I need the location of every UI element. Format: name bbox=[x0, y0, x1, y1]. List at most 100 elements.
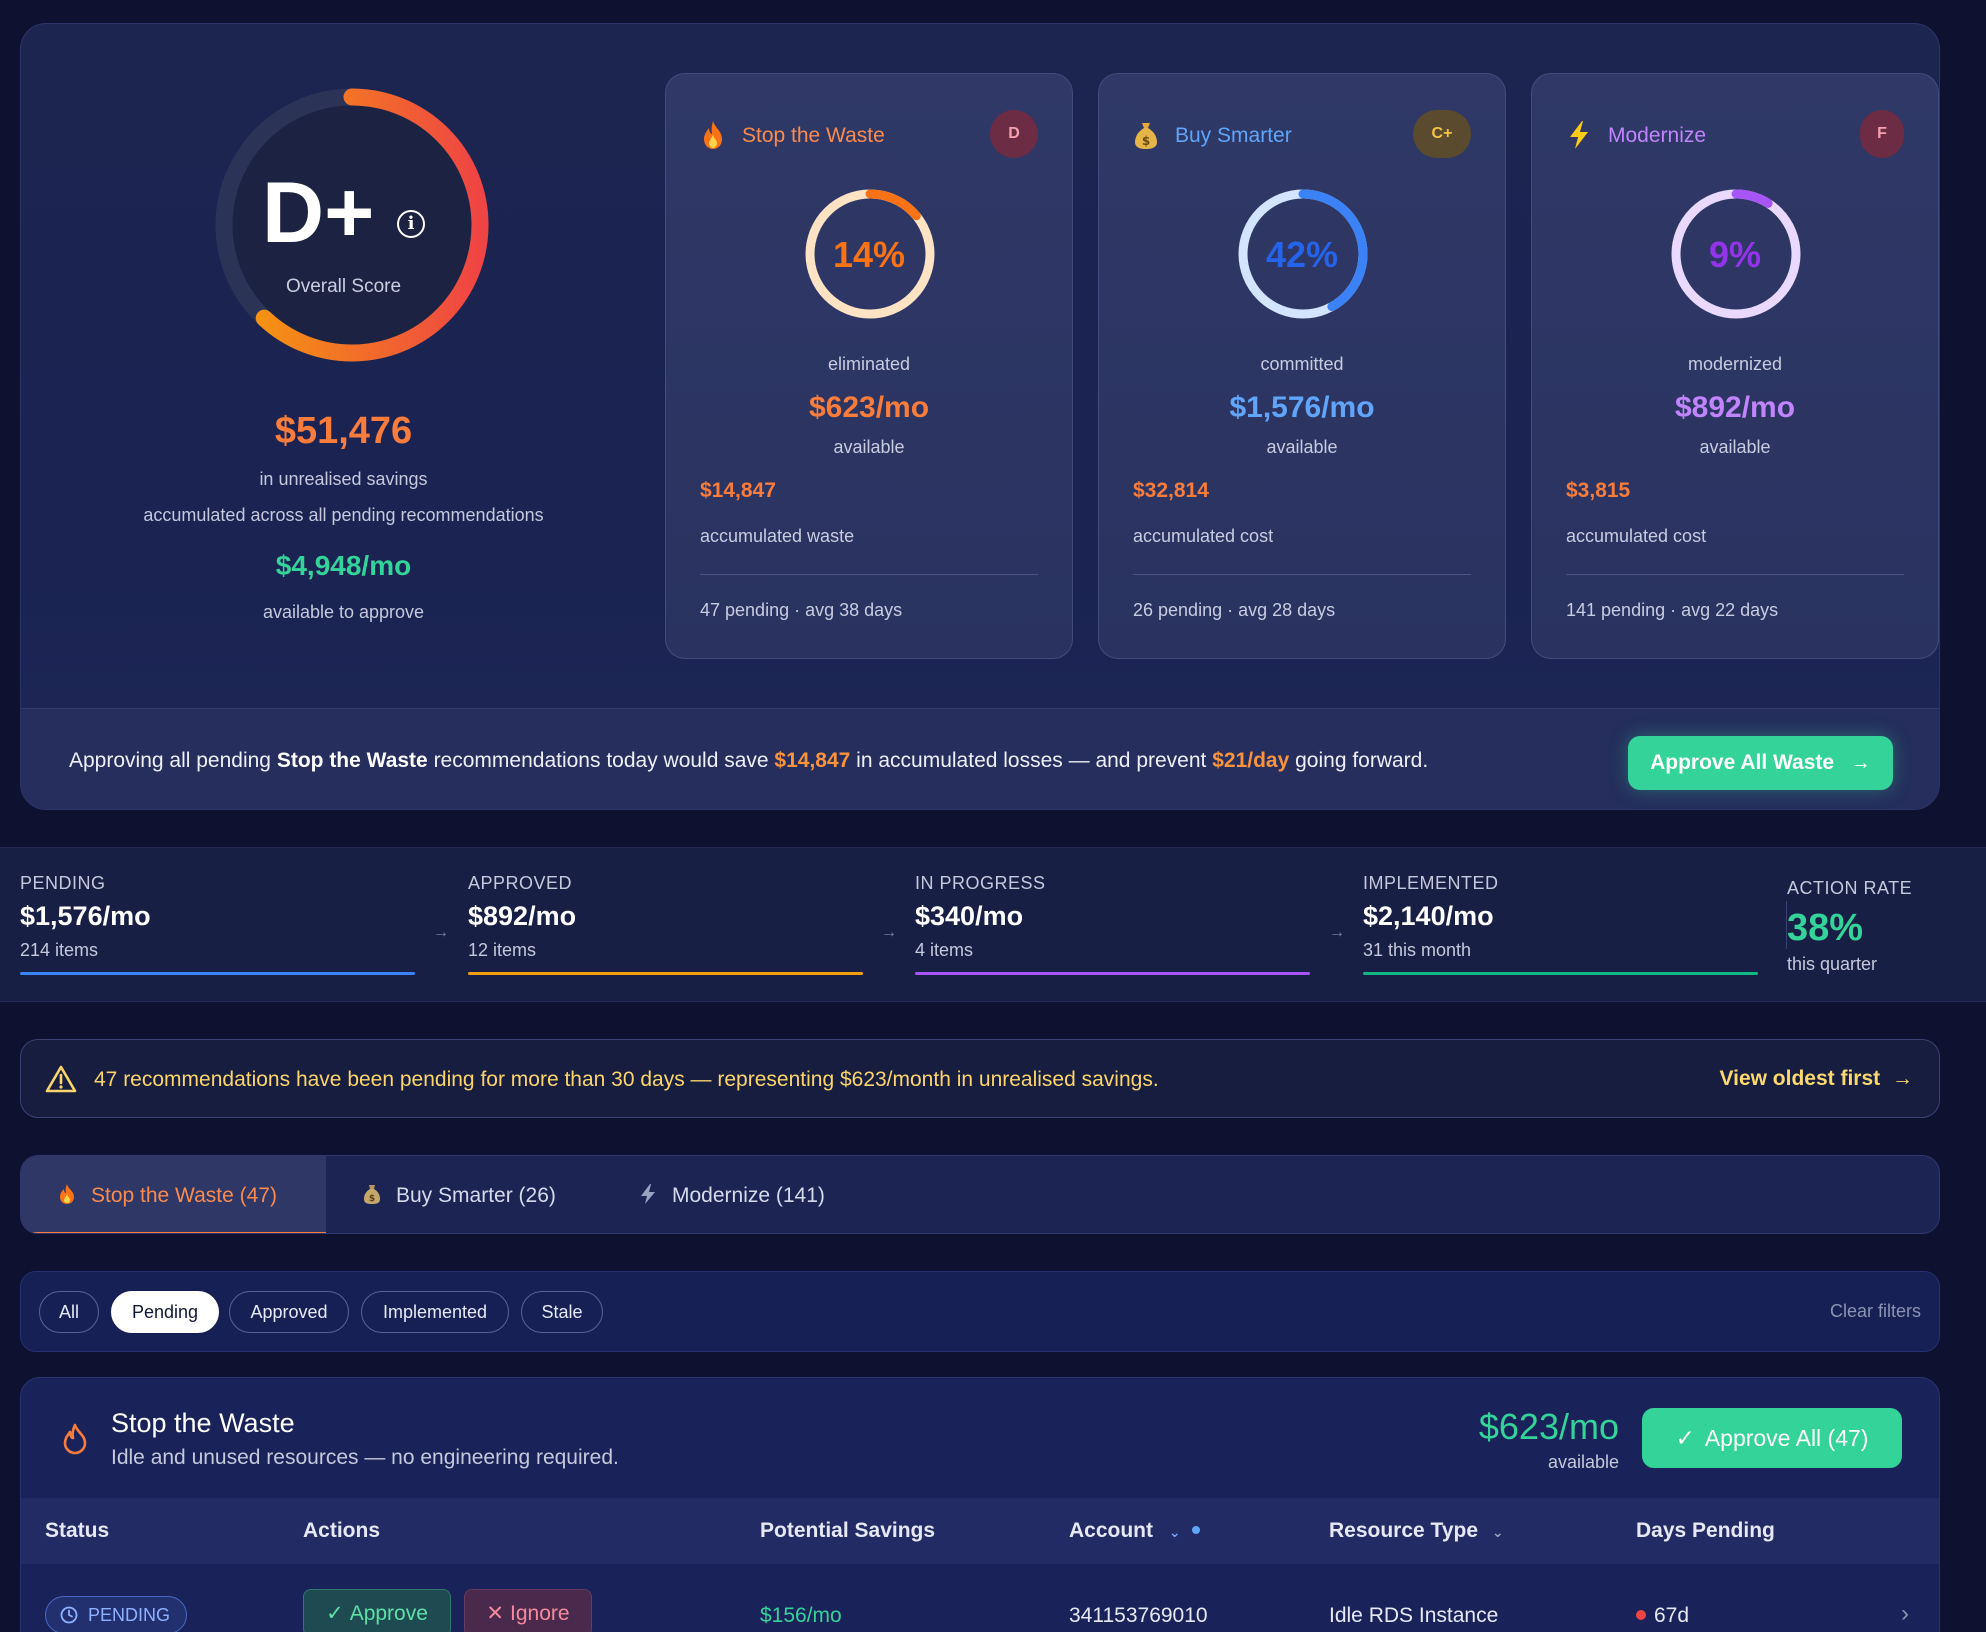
pillar-monthly-rate: $892/mo bbox=[1674, 391, 1796, 424]
divider bbox=[1133, 574, 1471, 575]
divider bbox=[700, 574, 1038, 575]
info-icon[interactable]: i bbox=[397, 210, 425, 238]
stale-recommendations-alert: 47 recommendations have been pending for… bbox=[20, 1039, 1940, 1118]
money-bag-icon: $ bbox=[364, 1185, 380, 1204]
pipeline-stage-approved[interactable]: APPROVED $892/mo 12 items bbox=[468, 873, 863, 978]
column-header-status[interactable]: Status bbox=[45, 1519, 109, 1543]
row-days-pending: 67d bbox=[1636, 1604, 1689, 1628]
approve-button[interactable]: ✓ Approve bbox=[303, 1589, 451, 1632]
warning-icon bbox=[45, 1065, 77, 1093]
pillar-grade-badge: F bbox=[1860, 110, 1904, 158]
svg-text:$: $ bbox=[369, 1194, 375, 1204]
stage-bar bbox=[1363, 972, 1758, 975]
close-icon: ✕ bbox=[486, 1602, 505, 1625]
overall-score-label: Overall Score bbox=[285, 276, 402, 297]
arrow-right-icon: → bbox=[1892, 1067, 1913, 1090]
pillar-percent: 14% bbox=[832, 234, 906, 275]
column-header-actions: Actions bbox=[303, 1519, 381, 1542]
pipeline-stage-pending[interactable]: PENDING $1,576/mo 214 items bbox=[20, 873, 415, 978]
pillar-progress-word: modernized bbox=[1687, 354, 1783, 374]
pillar-monthly-rate: $1,576/mo bbox=[1229, 391, 1375, 424]
check-icon: ✓ bbox=[1675, 1425, 1695, 1451]
monthly-available-label: available to approve bbox=[262, 602, 425, 622]
section-savings-amount: $623/mo bbox=[1478, 1406, 1619, 1447]
alert-message: 47 recommendations have been pending for… bbox=[94, 1068, 1159, 1091]
row-potential-savings: $156/mo bbox=[760, 1604, 842, 1627]
table-header: Status Actions Potential Savings Account… bbox=[21, 1498, 1939, 1564]
filter-chip-approved[interactable]: Approved bbox=[229, 1291, 349, 1333]
pillar-progress-word: eliminated bbox=[827, 354, 911, 374]
overall-grade: D+ bbox=[262, 165, 375, 261]
pillar-card-stop-the-waste[interactable]: Stop the Waste D 14% eliminated $623/mo … bbox=[665, 73, 1073, 659]
recommendations-section: Stop the Waste Idle and unused resources… bbox=[20, 1377, 1940, 1632]
overall-score-card: D+ i Overall Score $51,476 in unrealised… bbox=[21, 24, 666, 704]
clear-filters-link[interactable]: Clear filters bbox=[1830, 1301, 1921, 1322]
fire-icon bbox=[60, 1184, 74, 1204]
chevron-right-icon[interactable]: › bbox=[1901, 1600, 1909, 1628]
stage-bar bbox=[915, 972, 1310, 975]
pillar-accumulated-label: accumulated cost bbox=[1566, 526, 1707, 546]
pipeline-stage-in-progress[interactable]: IN PROGRESS $340/mo 4 items bbox=[915, 873, 1310, 978]
approve-all-button[interactable]: ✓ Approve All (47) bbox=[1642, 1408, 1902, 1468]
view-oldest-first-link[interactable]: View oldest first → bbox=[1719, 1067, 1913, 1091]
stage-bar bbox=[20, 972, 415, 975]
column-header-days-pending[interactable]: Days Pending bbox=[1636, 1519, 1775, 1543]
column-header-account[interactable]: Account ⌄ bbox=[1069, 1519, 1201, 1543]
approve-waste-banner: Approving all pending Stop the Waste rec… bbox=[21, 708, 1939, 809]
column-header-potential-savings[interactable]: Potential Savings bbox=[760, 1519, 935, 1543]
section-title: Stop the Waste bbox=[111, 1408, 295, 1438]
pillar-title: Modernize bbox=[1608, 124, 1707, 147]
tab-stop-the-waste[interactable]: Stop the Waste (47) bbox=[21, 1156, 326, 1233]
filter-chip-all[interactable]: All bbox=[39, 1291, 99, 1333]
stage-bar bbox=[468, 972, 863, 975]
flame-outline-icon bbox=[63, 1423, 87, 1455]
scorecard-panel: D+ i Overall Score $51,476 in unrealised… bbox=[20, 23, 1940, 810]
filter-chip-pending[interactable]: Pending bbox=[111, 1291, 219, 1333]
monthly-available: $4,948/mo bbox=[275, 550, 412, 581]
table-row[interactable]: PENDING ✓ Approve ✕ Ignore $156/mo 3411537… bbox=[21, 1564, 1939, 1632]
pillar-accumulated: $3,815 bbox=[1566, 479, 1631, 502]
section-description: Idle and unused resources — no engineeri… bbox=[111, 1446, 619, 1469]
action-rate: ACTION RATE 38% this quarter bbox=[1787, 878, 1913, 974]
filter-chip-implemented[interactable]: Implemented bbox=[361, 1291, 509, 1333]
pillar-available-label: available bbox=[833, 437, 905, 457]
tab-modernize[interactable]: Modernize (141) bbox=[638, 1156, 825, 1233]
pillar-accumulated-label: accumulated waste bbox=[700, 526, 855, 546]
tab-buy-smarter[interactable]: $ Buy Smarter (26) bbox=[362, 1156, 556, 1233]
check-icon: ✓ bbox=[326, 1602, 344, 1625]
savings-label: in unrealised savings bbox=[259, 469, 428, 489]
pillar-accumulated: $14,847 bbox=[700, 479, 776, 502]
arrow-right-icon: → bbox=[1849, 751, 1871, 774]
divider bbox=[1566, 574, 1904, 575]
chevron-down-icon: ⌄ bbox=[1491, 1524, 1504, 1540]
savings-pipeline: PENDING $1,576/mo 214 items → APPROVED $… bbox=[0, 847, 1986, 1002]
section-available-label: available bbox=[1547, 1452, 1619, 1472]
pillar-accumulated-label: accumulated cost bbox=[1133, 526, 1274, 546]
pillar-tabs: Stop the Waste (47) $ Buy Smarter (26) M… bbox=[20, 1155, 1940, 1234]
ignore-button[interactable]: ✕ Ignore bbox=[464, 1589, 592, 1632]
pillar-grade-badge: D bbox=[990, 110, 1038, 158]
money-bag-icon: $ bbox=[1135, 123, 1157, 149]
pillar-percent: 42% bbox=[1265, 234, 1339, 275]
filter-chip-stale[interactable]: Stale bbox=[521, 1291, 603, 1333]
pillar-footer: 26 pending · avg 28 days bbox=[1133, 600, 1336, 620]
total-unrealised-savings: $51,476 bbox=[274, 410, 413, 452]
pipeline-stage-implemented[interactable]: IMPLEMENTED $2,140/mo 31 this month bbox=[1363, 873, 1758, 978]
lightning-icon bbox=[641, 1184, 655, 1204]
pillar-card-buy-smarter[interactable]: $ Buy Smarter C+ 42% committed $1,576/mo… bbox=[1098, 73, 1506, 659]
row-resource-type: Idle RDS Instance bbox=[1329, 1604, 1499, 1627]
svg-text:$: $ bbox=[1142, 134, 1150, 148]
pillar-card-modernize[interactable]: Modernize F 9% modernized $892/mo availa… bbox=[1531, 73, 1939, 659]
fire-icon bbox=[704, 121, 722, 149]
pillar-available-label: available bbox=[1266, 437, 1338, 457]
pillar-grade-badge: C+ bbox=[1413, 110, 1471, 158]
pillar-title: Buy Smarter bbox=[1175, 124, 1292, 147]
pillar-footer: 47 pending · avg 38 days bbox=[700, 600, 903, 620]
pillar-monthly-rate: $623/mo bbox=[808, 391, 930, 424]
filter-active-dot bbox=[1192, 1526, 1201, 1534]
pillar-percent: 9% bbox=[1708, 234, 1762, 275]
approve-all-waste-button[interactable]: Approve All Waste → bbox=[1628, 736, 1893, 790]
banner-message: Approving all pending Stop the Waste rec… bbox=[69, 749, 1429, 772]
column-header-resource-type[interactable]: Resource Type ⌄ bbox=[1329, 1519, 1504, 1543]
lightning-icon bbox=[1570, 121, 1588, 149]
